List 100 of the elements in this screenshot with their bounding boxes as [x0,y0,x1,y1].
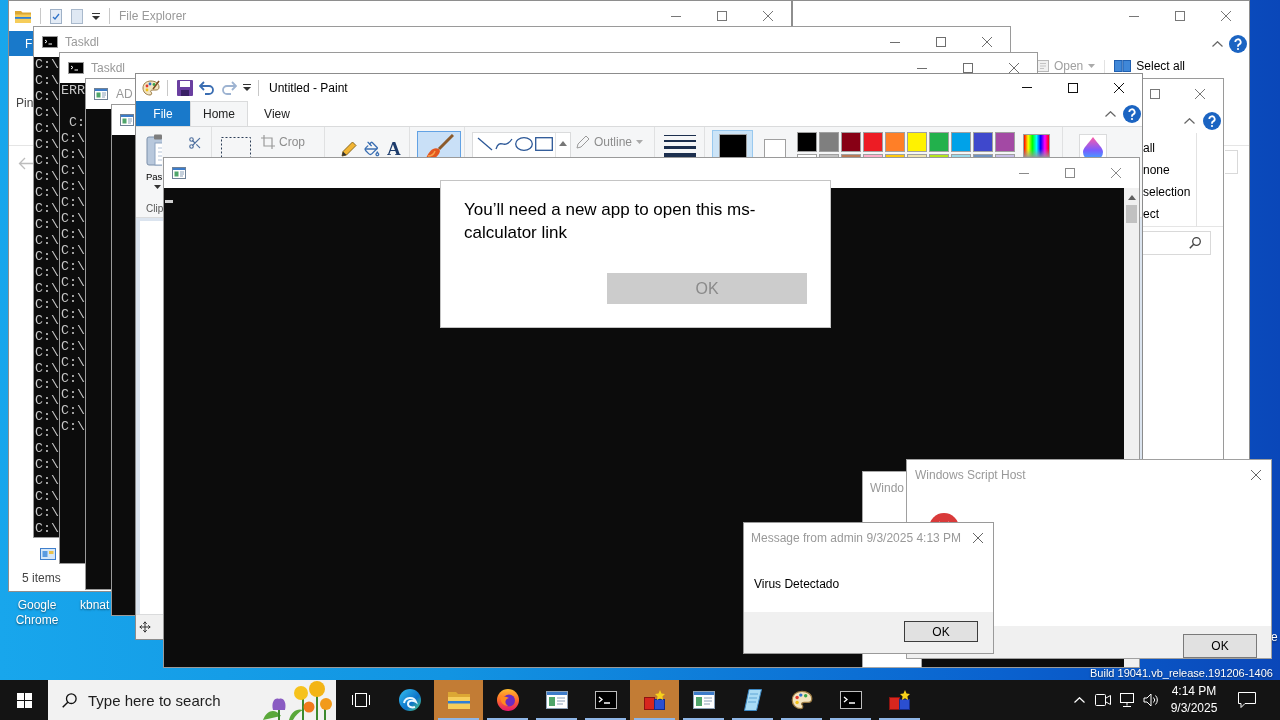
brushes-button[interactable] [417,131,461,158]
ribbon-button[interactable]: none [1143,159,1170,181]
close-icon [1221,11,1231,21]
console-line: C:\ [35,89,59,105]
volume-icon [1143,693,1159,707]
select-all-button[interactable]: Select all [1114,60,1185,72]
close-icon [973,533,983,543]
palette-icon [142,79,160,96]
color-swatch[interactable] [885,132,905,152]
scroll-up-icon[interactable] [559,141,567,146]
color-swatch[interactable] [841,132,861,152]
color-button[interactable] [712,130,753,158]
camera-icon [1095,694,1111,706]
color-swatch[interactable] [951,132,971,152]
console-line: C:\ [35,441,59,457]
window-title: Windo [870,481,904,495]
console-line: C:\ [35,361,59,377]
console-line: C:\ [61,323,85,339]
console-line: C:\ [61,147,85,163]
undo-icon [199,80,215,95]
customize-caret-icon[interactable] [92,12,100,20]
console-line: ERR [61,83,85,99]
paint-bucket-icon [364,141,380,157]
line-shape-icon[interactable] [477,137,493,151]
console-line: C:\ [61,243,85,259]
help-icon[interactable] [1229,34,1247,53]
console-line: C:\ [61,195,85,211]
console-line: C:\ [35,233,59,249]
help-icon[interactable] [1203,112,1221,130]
ribbon-tab[interactable]: View [248,101,306,126]
status-text: 5 items [22,570,61,585]
maximize-icon [1150,89,1160,99]
back-arrow-icon[interactable] [18,157,34,170]
console-line: C:\ [35,489,59,505]
console-line: C:\ [35,73,59,89]
scrollbar-thumb[interactable] [1126,205,1137,223]
ok-button[interactable]: OK [1183,634,1257,658]
ribbon-button[interactable]: all [1143,137,1155,159]
text-tool-button[interactable]: A [385,139,403,159]
menu-tab[interactable]: F [9,31,33,56]
console-line: C:\ [35,249,59,265]
caret-icon [1088,64,1096,68]
minimize-icon [1019,172,1029,174]
palette-icon [790,690,813,710]
ribbon-tab[interactable]: Home [190,101,248,126]
save-button[interactable] [175,77,195,98]
close-icon [1009,63,1019,73]
console-line: C:\ [61,291,85,307]
chevron-up-icon[interactable] [1212,40,1223,47]
search-icon [1189,237,1201,249]
color-spectrum-icon[interactable] [1023,134,1050,158]
rectangle-shape-icon[interactable] [535,137,553,151]
console-line: C:\ [35,377,59,393]
console-line: C:\ [61,163,85,179]
minimize-icon [671,15,681,17]
globe-icon [496,689,519,711]
ok-button[interactable]: OK [904,621,978,642]
minimize-icon [890,41,900,43]
console-line: C:\ [61,307,85,323]
help-icon[interactable] [1123,104,1141,123]
close-icon [763,11,773,21]
color-swatch[interactable] [929,132,949,152]
console-line: C:\ [61,211,85,227]
paint-3d-button[interactable] [1079,134,1107,157]
console-line: C:\ [61,339,85,355]
ribbon-button[interactable]: selection [1143,181,1191,203]
image-file-icon[interactable] [40,548,56,560]
droplet-icon [1083,137,1103,157]
chevron-up-icon[interactable] [1105,110,1116,117]
window-icon [172,167,186,179]
console-line: C:\ [35,345,59,361]
color-swatch[interactable] [995,132,1015,152]
console-line: C:\ [35,297,59,313]
ribbon-button[interactable]: ect [1143,203,1159,225]
fill-button[interactable] [362,139,382,159]
search-field[interactable] [1143,231,1211,255]
console-line: C:\ [61,371,85,387]
color-swatch[interactable] [797,132,817,152]
color-swatch[interactable] [863,132,883,152]
oval-shape-icon[interactable] [515,137,533,151]
scroll-up-icon[interactable] [1127,195,1136,200]
file-menu-button[interactable]: File [136,101,190,126]
chevron-up-icon[interactable] [1184,118,1195,124]
document-check-icon[interactable] [50,8,62,24]
console-line: C:\ [61,355,85,371]
maximize-icon [963,63,973,73]
color-swatch[interactable] [819,132,839,152]
color-swatch[interactable] [973,132,993,152]
search-field[interactable]: Type here to search [48,680,336,720]
color-swatch[interactable] [907,132,927,152]
build-info-text: Build 19041.vb_release.191206-1406 [1090,666,1273,681]
clock-button[interactable]: 4:14 PM 9/3/2025 [1163,680,1225,720]
pencil-button[interactable] [339,139,359,159]
minimize-icon [917,67,927,69]
console-line: C:\ [35,185,59,201]
curve-shape-icon[interactable] [495,137,513,151]
console-line: C:\ [35,393,59,409]
console-line: C:\ [35,217,59,233]
window-title: Taskdl [65,35,99,49]
address-field[interactable] [1225,150,1238,174]
